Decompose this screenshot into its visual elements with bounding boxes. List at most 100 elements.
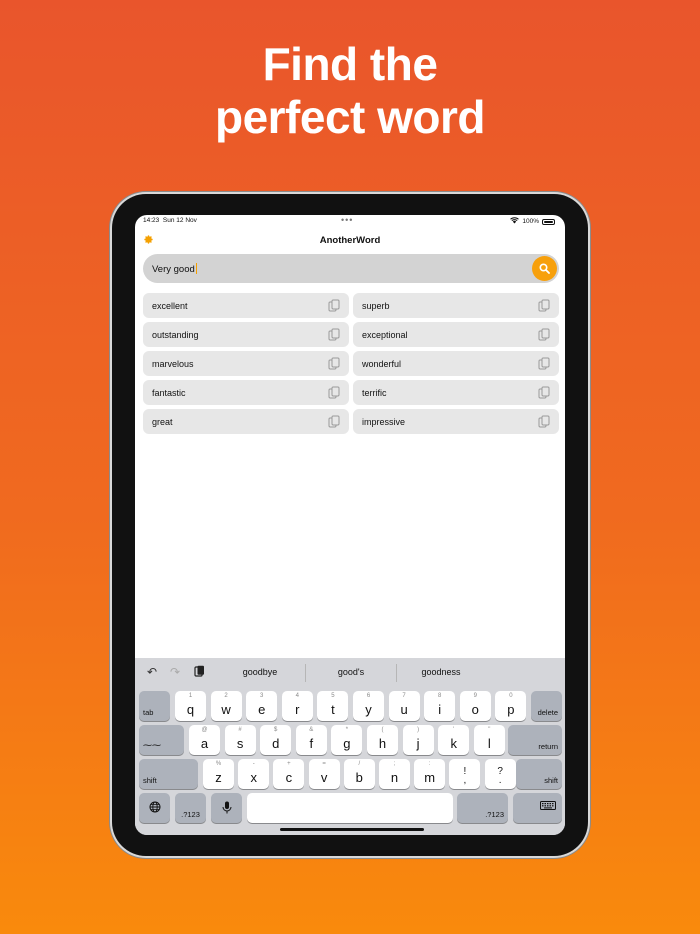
- letter-key[interactable]: + c: [273, 759, 305, 789]
- key-char: i: [438, 702, 442, 717]
- letter-key[interactable]: / b: [343, 759, 375, 789]
- letter-key[interactable]: ? .: [484, 759, 516, 789]
- return-key-label: return: [538, 742, 558, 751]
- delete-key[interactable]: delete: [531, 691, 562, 721]
- key-char: f: [309, 736, 314, 751]
- result-word: fantastic: [152, 388, 186, 398]
- suggestion-3[interactable]: goodness: [401, 667, 481, 677]
- key-char: q: [186, 702, 195, 717]
- microphone-icon: [211, 801, 242, 817]
- key-alt-char: #: [238, 727, 242, 733]
- navigation-bar: AnotherWord: [135, 229, 565, 255]
- space-bar[interactable]: [247, 793, 453, 823]
- result-word: excellent: [152, 301, 188, 311]
- status-time-value: 14:23: [143, 217, 160, 224]
- letter-key[interactable]: ' k: [438, 725, 470, 755]
- suggestion-2[interactable]: good's: [311, 667, 391, 677]
- result-item[interactable]: excellent: [143, 293, 349, 318]
- letter-key[interactable]: & f: [295, 725, 327, 755]
- search-button[interactable]: [532, 256, 557, 281]
- key-alt-char: 3: [260, 693, 264, 699]
- key-char: ? .: [497, 766, 503, 786]
- numbers-key-right[interactable]: .?123: [457, 793, 508, 823]
- key-alt-char: 0: [509, 693, 513, 699]
- redo-icon[interactable]: ↷: [170, 665, 180, 679]
- result-item[interactable]: marvelous: [143, 351, 349, 376]
- copy-icon[interactable]: [328, 357, 340, 370]
- numbers-key-left[interactable]: .?123: [175, 793, 206, 823]
- suggestion-divider: [305, 664, 306, 682]
- result-word: great: [152, 417, 173, 427]
- result-item[interactable]: exceptional: [353, 322, 559, 347]
- letter-key[interactable]: 2w: [210, 691, 242, 721]
- keyboard-suggestion-bar: ↶ ↷ goodbye good's goodness: [135, 658, 565, 688]
- result-word: outstanding: [152, 330, 199, 340]
- letter-key[interactable]: 5t: [317, 691, 349, 721]
- microphone-key[interactable]: [211, 793, 242, 823]
- letter-key[interactable]: " l: [473, 725, 505, 755]
- letter-key[interactable]: = v: [308, 759, 340, 789]
- result-item[interactable]: terrific: [353, 380, 559, 405]
- suggestion-1[interactable]: goodbye: [220, 667, 300, 677]
- letter-key[interactable]: 7u: [388, 691, 420, 721]
- key-char: p: [507, 702, 515, 717]
- caps-lock-key[interactable]: ⁓⁓: [139, 725, 184, 755]
- copy-icon[interactable]: [328, 328, 340, 341]
- result-item[interactable]: superb: [353, 293, 559, 318]
- letter-key[interactable]: 6y: [353, 691, 384, 721]
- letter-key[interactable]: 4r: [281, 691, 313, 721]
- multitask-dots-icon[interactable]: •••: [341, 215, 353, 225]
- paste-icon[interactable]: [194, 665, 205, 681]
- letter-key[interactable]: 3e: [246, 691, 278, 721]
- result-word: superb: [362, 301, 390, 311]
- result-item[interactable]: wonderful: [353, 351, 559, 376]
- letter-key[interactable]: (h: [367, 725, 398, 755]
- letter-key[interactable]: % z: [203, 759, 234, 789]
- copy-icon[interactable]: [538, 386, 550, 399]
- globe-key[interactable]: [139, 793, 170, 823]
- key-char: v: [320, 770, 328, 785]
- search-field[interactable]: Very good: [143, 254, 559, 283]
- search-input[interactable]: Very good: [152, 263, 198, 275]
- return-key[interactable]: return: [508, 725, 562, 755]
- copy-icon[interactable]: [538, 415, 550, 428]
- letter-key[interactable]: ; n: [379, 759, 410, 789]
- key-alt-char: $: [274, 727, 278, 733]
- key-char: r: [295, 702, 300, 717]
- letter-key[interactable]: # s: [224, 725, 256, 755]
- key-alt-char: %: [215, 761, 222, 767]
- key-char: j: [416, 736, 420, 751]
- letter-key[interactable]: ) j: [402, 725, 434, 755]
- letter-key[interactable]: 8i: [424, 691, 456, 721]
- tab-key[interactable]: tab: [139, 691, 170, 721]
- copy-icon[interactable]: [328, 415, 340, 428]
- shift-key-left[interactable]: shift: [139, 759, 198, 789]
- result-item[interactable]: great: [143, 409, 349, 434]
- letter-key[interactable]: $ d: [260, 725, 292, 755]
- key-alt-char: @: [201, 727, 208, 733]
- key-char: m: [424, 770, 436, 785]
- letter-key[interactable]: 1q: [175, 691, 206, 721]
- letter-key[interactable]: 0p: [495, 691, 527, 721]
- letter-key[interactable]: ! ,: [449, 759, 481, 789]
- result-item[interactable]: outstanding: [143, 322, 349, 347]
- copy-icon[interactable]: [328, 386, 340, 399]
- app-title: AnotherWord: [319, 235, 381, 246]
- key-alt-char: =: [322, 761, 326, 767]
- copy-icon[interactable]: [538, 328, 550, 341]
- copy-icon[interactable]: [328, 299, 340, 312]
- letter-key[interactable]: @ a: [189, 725, 220, 755]
- keyboard-dismiss-key[interactable]: [513, 793, 562, 823]
- shift-key-right[interactable]: shift: [516, 759, 562, 789]
- letter-key[interactable]: * g: [331, 725, 363, 755]
- copy-icon[interactable]: [538, 299, 550, 312]
- key-alt-char: 1: [188, 693, 193, 699]
- undo-icon[interactable]: ↶: [147, 665, 157, 679]
- letter-key[interactable]: -x: [238, 759, 270, 789]
- letter-key[interactable]: :m: [414, 759, 446, 789]
- result-item[interactable]: impressive: [353, 409, 559, 434]
- copy-icon[interactable]: [538, 357, 550, 370]
- home-indicator[interactable]: [280, 828, 424, 831]
- letter-key[interactable]: 9o: [459, 691, 491, 721]
- result-item[interactable]: fantastic: [143, 380, 349, 405]
